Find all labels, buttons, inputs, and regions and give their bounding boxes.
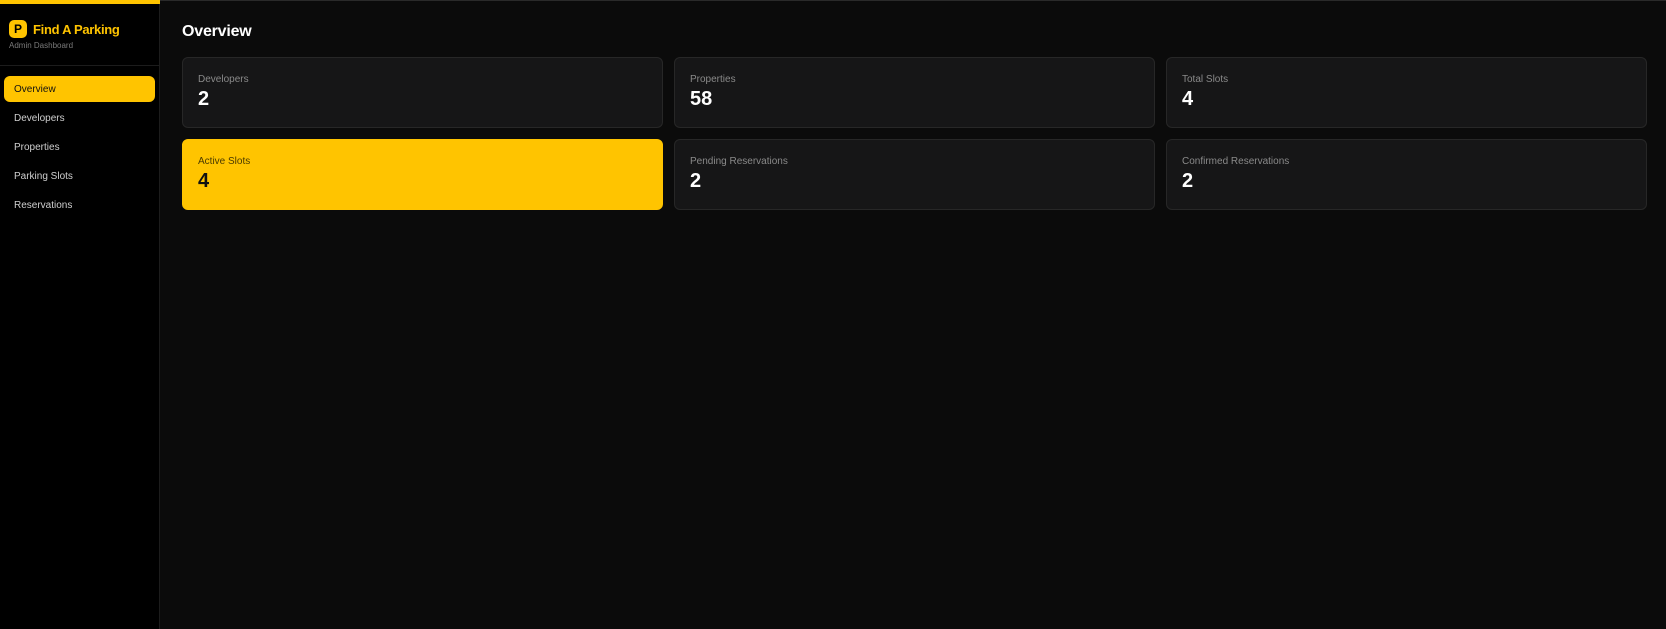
sidebar-nav: Overview Developers Properties Parking S… (0, 66, 159, 218)
stat-card-active-slots: Active Slots 4 (182, 139, 663, 210)
stats-grid: Developers 2 Properties 58 Total Slots 4… (182, 57, 1647, 210)
main-content: Overview Developers 2 Properties 58 Tota… (160, 0, 1666, 629)
stat-label: Properties (690, 74, 736, 85)
stat-value: 2 (690, 170, 702, 192)
sidebar-item-properties[interactable]: Properties (4, 134, 155, 160)
sidebar-item-parking-slots[interactable]: Parking Slots (4, 163, 155, 189)
stat-value: 4 (1182, 88, 1194, 110)
brand-row[interactable]: P Find A Parking (9, 20, 150, 38)
parking-logo-icon: P (9, 20, 27, 38)
stat-card-pending-reservations: Pending Reservations 2 (674, 139, 1155, 210)
stat-card-confirmed-reservations: Confirmed Reservations 2 (1166, 139, 1647, 210)
sidebar-accent-bar (0, 0, 160, 4)
stat-card-total-slots: Total Slots 4 (1166, 57, 1647, 128)
stat-value: 2 (198, 88, 210, 110)
app-shell: P Find A Parking Admin Dashboard Overvie… (0, 0, 1666, 629)
sidebar-item-developers[interactable]: Developers (4, 105, 155, 131)
brand-name: Find A Parking (33, 21, 120, 37)
sidebar: P Find A Parking Admin Dashboard Overvie… (0, 0, 160, 629)
sidebar-item-overview[interactable]: Overview (4, 76, 155, 102)
top-border (160, 0, 1666, 1)
stat-label: Total Slots (1182, 74, 1229, 85)
stat-label: Developers (198, 74, 249, 85)
stat-label: Active Slots (198, 156, 251, 167)
page-title: Overview (182, 23, 252, 40)
stat-label: Pending Reservations (690, 156, 788, 167)
stat-label: Confirmed Reservations (1182, 156, 1290, 167)
stat-value: 4 (198, 170, 210, 192)
stat-card-developers: Developers 2 (182, 57, 663, 128)
brand-subtitle: Admin Dashboard (9, 41, 74, 50)
stat-card-properties: Properties 58 (674, 57, 1155, 128)
stat-value: 2 (1182, 170, 1194, 192)
brand: P Find A Parking Admin Dashboard (0, 0, 159, 66)
sidebar-item-reservations[interactable]: Reservations (4, 192, 155, 218)
stat-value: 58 (690, 88, 713, 110)
